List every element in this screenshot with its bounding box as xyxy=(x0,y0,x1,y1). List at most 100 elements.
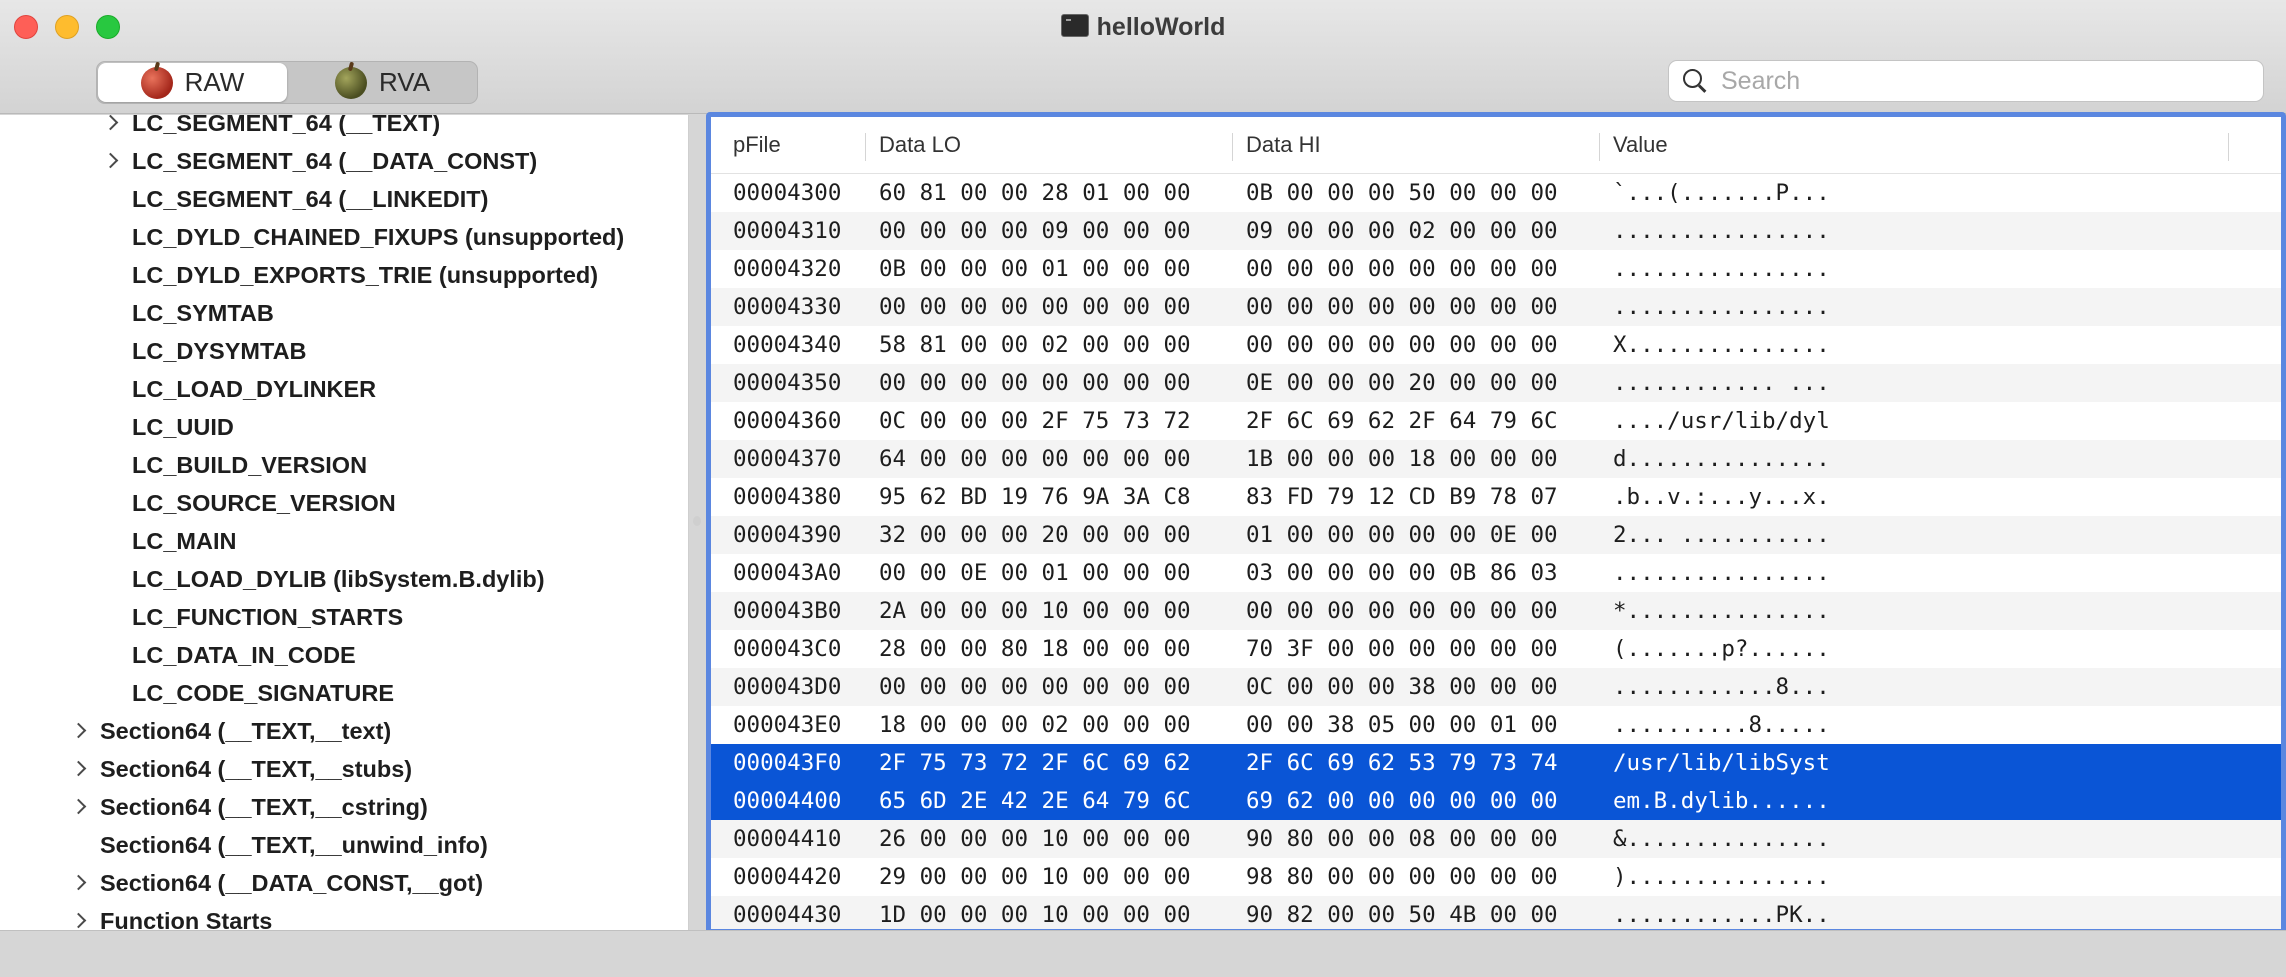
column-header-data-lo[interactable]: Data LO xyxy=(879,117,961,173)
tree-item[interactable]: Function Starts xyxy=(0,902,688,930)
chevron-right-icon[interactable] xyxy=(70,912,87,929)
pfile-cell: 000043C0 xyxy=(733,636,842,662)
data-lo-cell: 18 00 00 00 02 00 00 00 xyxy=(879,712,1191,738)
tree-item[interactable]: LC_DYLD_CHAINED_FIXUPS (unsupported) xyxy=(0,218,688,256)
split-view-divider-handle[interactable] xyxy=(693,516,701,526)
chevron-right-icon[interactable] xyxy=(70,722,87,739)
chevron-right-icon[interactable] xyxy=(70,798,87,815)
chevron-right-icon[interactable] xyxy=(70,874,87,891)
column-separator[interactable] xyxy=(2228,133,2229,161)
pfile-cell: 000043F0 xyxy=(733,750,842,776)
tree-item[interactable]: LC_LOAD_DYLIB (libSystem.B.dylib) xyxy=(0,560,688,598)
pfile-cell: 000043A0 xyxy=(733,560,842,586)
table-row[interactable]: 000043D0 00 00 00 00 00 00 00 00 0C 00 00 … xyxy=(711,668,2281,706)
column-header-pfile[interactable]: pFile xyxy=(733,117,781,173)
table-row[interactable]: 00004390 32 00 00 00 20 00 00 00 01 00 00 … xyxy=(711,516,2281,554)
pfile-cell: 00004320 xyxy=(733,256,842,282)
pfile-cell: 00004410 xyxy=(733,826,842,852)
column-separator[interactable] xyxy=(1232,133,1233,161)
table-row[interactable]: 000043B0 2A 00 00 00 10 00 00 00 00 00 00 … xyxy=(711,592,2281,630)
tree-item[interactable]: LC_UUID xyxy=(0,408,688,446)
tree-item[interactable]: LC_MAIN xyxy=(0,522,688,560)
value-cell: )............... xyxy=(1613,864,1830,890)
chevron-right-icon[interactable] xyxy=(102,152,119,169)
data-hi-cell: 83 FD 79 12 CD B9 78 07 xyxy=(1246,484,1558,510)
data-lo-cell: 64 00 00 00 00 00 00 00 xyxy=(879,446,1191,472)
tree-item-label: LC_FUNCTION_STARTS xyxy=(132,604,404,630)
tree-item-label: Section64 (__TEXT,__cstring) xyxy=(100,794,428,820)
address-mode-segmented-control: RAW RVA xyxy=(96,61,478,104)
table-row[interactable]: 00004400 65 6D 2E 42 2E 64 79 6C 69 62 00 … xyxy=(711,782,2281,820)
data-lo-cell: 2F 75 73 72 2F 6C 69 62 xyxy=(879,750,1191,776)
table-row[interactable]: 00004360 0C 00 00 00 2F 75 73 72 2F 6C 69 … xyxy=(711,402,2281,440)
red-apple-icon xyxy=(140,66,173,99)
tree-item[interactable]: LC_DYLD_EXPORTS_TRIE (unsupported) xyxy=(0,256,688,294)
tree-item[interactable]: Section64 (__TEXT,__stubs) xyxy=(0,750,688,788)
raw-mode-button[interactable]: RAW xyxy=(98,63,287,102)
structure-tree-sidebar[interactable]: LC_SEGMENT_64 (__TEXT) LC_SEGMENT_64 (__D… xyxy=(0,115,689,930)
table-row[interactable]: 00004380 95 62 BD 19 76 9A 3A C8 83 FD 79 … xyxy=(711,478,2281,516)
table-row[interactable]: 000043C0 28 00 00 80 18 00 00 00 70 3F 00 … xyxy=(711,630,2281,668)
tree-item-label: LC_BUILD_VERSION xyxy=(132,452,368,478)
data-lo-cell: 0C 00 00 00 2F 75 73 72 xyxy=(879,408,1191,434)
table-row[interactable]: 00004410 26 00 00 00 10 00 00 00 90 80 00 … xyxy=(711,820,2281,858)
pfile-cell: 00004370 xyxy=(733,446,842,472)
tree-item[interactable]: LC_SEGMENT_64 (__LINKEDIT) xyxy=(0,180,688,218)
table-row[interactable]: 00004300 60 81 00 00 28 01 00 00 0B 00 00 … xyxy=(711,174,2281,212)
table-row[interactable]: 00004340 58 81 00 00 02 00 00 00 00 00 00 … xyxy=(711,326,2281,364)
tree-item[interactable]: LC_SEGMENT_64 (__TEXT) xyxy=(0,115,688,142)
value-cell: `...(.......P... xyxy=(1613,180,1830,206)
value-cell: ................ xyxy=(1613,560,1830,586)
data-lo-cell: 95 62 BD 19 76 9A 3A C8 xyxy=(879,484,1191,510)
table-row[interactable]: 00004310 00 00 00 00 09 00 00 00 09 00 00 … xyxy=(711,212,2281,250)
tree-item[interactable]: LC_SOURCE_VERSION xyxy=(0,484,688,522)
tree-item-label: Section64 (__TEXT,__stubs) xyxy=(100,756,413,782)
table-row[interactable]: 00004320 0B 00 00 00 01 00 00 00 00 00 00 … xyxy=(711,250,2281,288)
column-separator[interactable] xyxy=(1599,133,1600,161)
table-row[interactable]: 00004370 64 00 00 00 00 00 00 00 1B 00 00 … xyxy=(711,440,2281,478)
pfile-cell: 000043D0 xyxy=(733,674,842,700)
tree-item[interactable]: Section64 (__TEXT,__unwind_info) xyxy=(0,826,688,864)
chevron-right-icon[interactable] xyxy=(70,760,87,777)
data-lo-cell: 28 00 00 80 18 00 00 00 xyxy=(879,636,1191,662)
table-row[interactable]: 000043E0 18 00 00 00 02 00 00 00 00 00 38 … xyxy=(711,706,2281,744)
tree-item[interactable]: Section64 (__TEXT,__cstring) xyxy=(0,788,688,826)
tree-item[interactable]: LC_LOAD_DYLINKER xyxy=(0,370,688,408)
table-row[interactable]: 00004350 00 00 00 00 00 00 00 00 0E 00 00 … xyxy=(711,364,2281,402)
data-hi-cell: 00 00 00 00 00 00 00 00 xyxy=(1246,332,1558,358)
hex-data-table[interactable]: pFile Data LO Data HI Value 00004300 60 8… xyxy=(706,112,2286,934)
column-header-value[interactable]: Value xyxy=(1613,117,1668,173)
data-hi-cell: 00 00 00 00 00 00 00 00 xyxy=(1246,256,1558,282)
tree-item[interactable]: LC_SYMTAB xyxy=(0,294,688,332)
chevron-right-icon[interactable] xyxy=(102,115,119,131)
tree-item[interactable]: LC_DYSYMTAB xyxy=(0,332,688,370)
window-title-area: helloWorld xyxy=(0,10,2286,44)
tree-item[interactable]: LC_BUILD_VERSION xyxy=(0,446,688,484)
tree-item-label: LC_LOAD_DYLIB (libSystem.B.dylib) xyxy=(132,566,545,592)
tree-item[interactable]: LC_CODE_SIGNATURE xyxy=(0,674,688,712)
data-lo-cell: 00 00 00 00 00 00 00 00 xyxy=(879,294,1191,320)
search-input[interactable] xyxy=(1719,65,2243,97)
tree-item[interactable]: Section64 (__DATA_CONST,__got) xyxy=(0,864,688,902)
table-header: pFile Data LO Data HI Value xyxy=(711,117,2281,174)
search-field[interactable] xyxy=(1668,60,2264,102)
table-row[interactable]: 000043F0 2F 75 73 72 2F 6C 69 62 2F 6C 69 … xyxy=(711,744,2281,782)
rva-mode-button[interactable]: RVA xyxy=(288,62,477,103)
table-row[interactable]: 00004420 29 00 00 00 10 00 00 00 98 80 00 … xyxy=(711,858,2281,896)
tree-item-label: LC_DATA_IN_CODE xyxy=(132,642,356,668)
data-hi-cell: 1B 00 00 00 18 00 00 00 xyxy=(1246,446,1558,472)
tree-item-label: LC_SEGMENT_64 (__TEXT) xyxy=(132,115,441,136)
column-header-data-hi[interactable]: Data HI xyxy=(1246,117,1321,173)
data-lo-cell: 00 00 00 00 00 00 00 00 xyxy=(879,674,1191,700)
column-separator[interactable] xyxy=(865,133,866,161)
value-cell: ................ xyxy=(1613,256,1830,282)
table-row[interactable]: 000043A0 00 00 0E 00 01 00 00 00 03 00 00 … xyxy=(711,554,2281,592)
value-cell: 2... ........... xyxy=(1613,522,1830,548)
value-cell: (.......p?...... xyxy=(1613,636,1830,662)
table-row[interactable]: 00004330 00 00 00 00 00 00 00 00 00 00 00 … xyxy=(711,288,2281,326)
tree-item[interactable]: Section64 (__TEXT,__text) xyxy=(0,712,688,750)
tree-item[interactable]: LC_FUNCTION_STARTS xyxy=(0,598,688,636)
table-row[interactable]: 00004430 1D 00 00 00 10 00 00 00 90 82 00 … xyxy=(711,896,2281,929)
tree-item[interactable]: LC_SEGMENT_64 (__DATA_CONST) xyxy=(0,142,688,180)
tree-item[interactable]: LC_DATA_IN_CODE xyxy=(0,636,688,674)
